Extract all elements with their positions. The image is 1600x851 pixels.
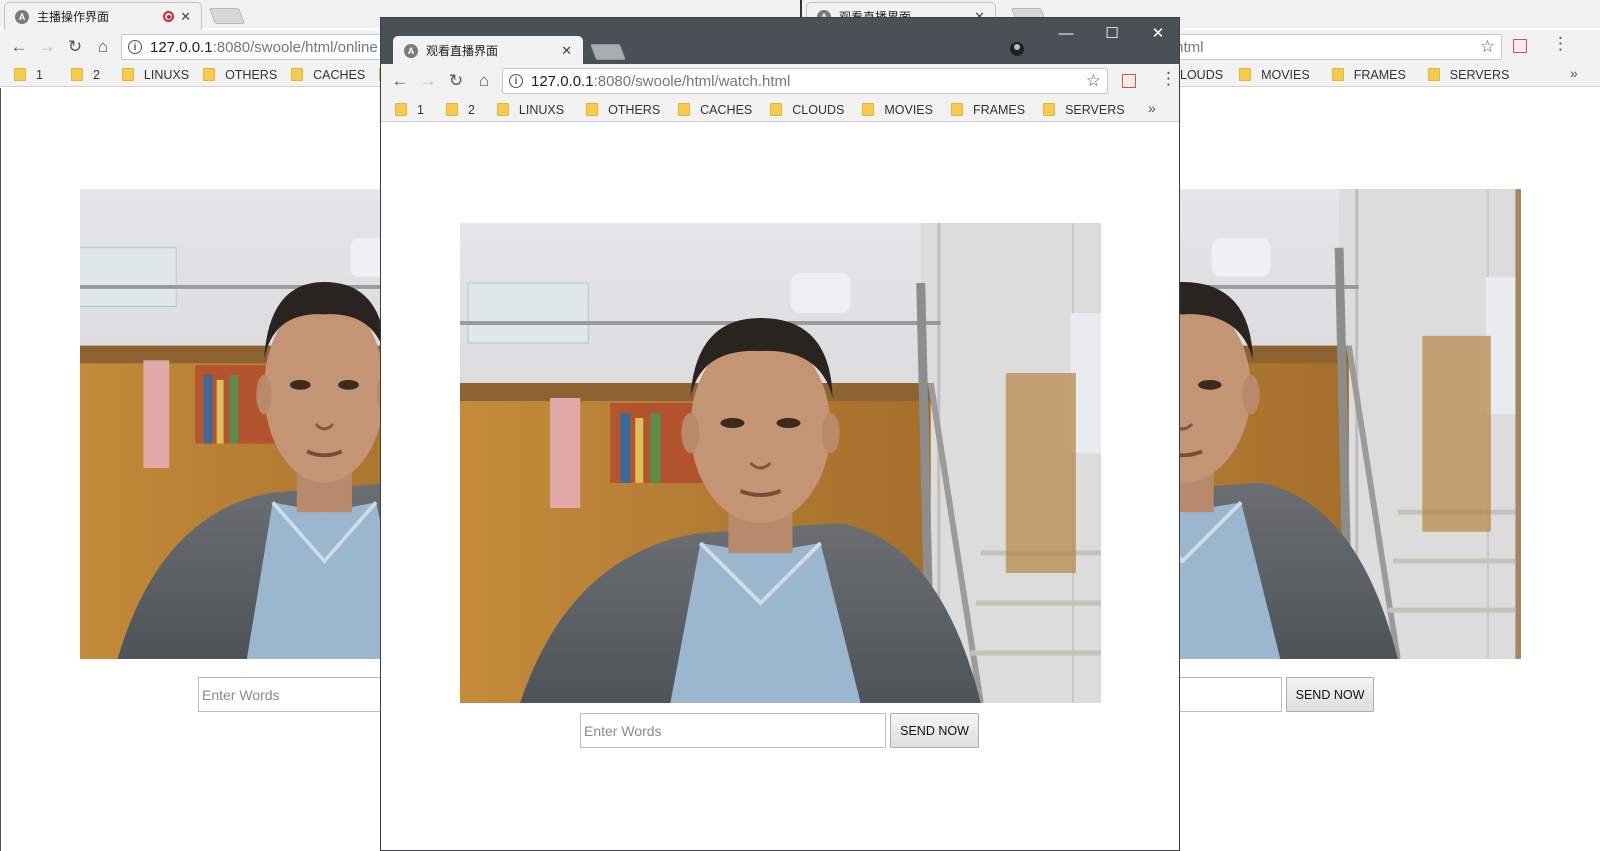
bookmark-folder-icon	[1043, 103, 1056, 116]
reload-icon[interactable]: ↻	[443, 68, 469, 94]
bookmark-label: CACHES	[700, 102, 753, 117]
bookmark-folder-icon	[586, 103, 599, 116]
back-arrow-icon[interactable]: ←	[387, 68, 413, 94]
new-tab-button[interactable]	[590, 44, 626, 60]
bookmark-folder-icon	[770, 103, 783, 116]
url-host: 127.0.0.1	[150, 38, 213, 56]
bookmark-label: LINUXS	[143, 67, 190, 82]
bookmark-label: 2	[92, 67, 100, 82]
kebab-menu-icon[interactable]: ⋮	[1552, 34, 1569, 54]
right-send-button[interactable]: SEND NOW	[1286, 677, 1374, 712]
forward-arrow-icon[interactable]: →	[34, 34, 60, 60]
tab-title: 主播操作界面	[37, 10, 110, 24]
bookmark-folder-icon	[203, 68, 216, 81]
bookmark-item[interactable]: MOVIES	[862, 103, 933, 117]
home-icon[interactable]: ⌂	[471, 68, 497, 94]
live-video	[460, 223, 1101, 703]
tab-close-icon[interactable]: ✕	[180, 9, 191, 25]
bookmark-item[interactable]: CACHES	[291, 68, 365, 82]
bookmark-folder-icon	[14, 68, 26, 81]
bookmark-folder-icon	[950, 103, 963, 116]
bookmark-item[interactable]: LOUDS	[1180, 68, 1223, 82]
url-path: :8080/swoole/html/online	[212, 38, 378, 56]
bookmark-label: SERVERS	[1449, 67, 1510, 82]
front-send-button[interactable]: SEND NOW	[890, 713, 979, 748]
bookmark-folder-icon	[70, 68, 83, 81]
bookmark-folder-icon	[496, 103, 509, 116]
site-info-icon[interactable]: i	[128, 40, 142, 54]
home-icon[interactable]: ⌂	[90, 34, 116, 60]
bookmark-folder-icon	[121, 68, 134, 81]
bookmark-label: MOVIES	[1261, 67, 1310, 82]
bookmark-folder-icon	[1427, 68, 1440, 81]
bookmark-star-icon[interactable]: ☆	[1480, 37, 1495, 57]
bookmark-label: FRAMES	[1353, 67, 1406, 82]
bookmark-item[interactable]: 2	[445, 102, 475, 117]
site-info-icon[interactable]: i	[509, 74, 523, 88]
bookmark-label: CACHES	[313, 67, 366, 82]
bookmark-label: 1	[36, 67, 43, 82]
bookmark-label: SERVERS	[1065, 102, 1125, 117]
extension-icon[interactable]	[1122, 74, 1136, 88]
tab-title: 观看直播界面	[426, 44, 499, 58]
extension-icon[interactable]	[1513, 39, 1527, 53]
bookmark-item[interactable]: CACHES	[678, 103, 752, 117]
bookmark-folder-icon	[862, 103, 875, 116]
tab-favicon-icon: A	[404, 43, 418, 58]
new-tab-button[interactable]	[209, 8, 245, 24]
front-tab[interactable]: A 观看直播界面 ✕	[393, 36, 583, 64]
bookmarks-overflow-icon[interactable]: »	[1570, 65, 1578, 81]
front-page-content: SEND NOW	[381, 123, 1179, 850]
bookmark-folder-icon	[395, 103, 407, 116]
left-tab[interactable]: A 主播操作界面 ✕	[4, 2, 202, 30]
bookmark-folder-icon	[445, 103, 458, 116]
bookmarks-overflow-icon[interactable]: »	[1148, 100, 1156, 116]
recording-indicator-icon	[163, 11, 175, 22]
url-path: :8080/swoole/html/watch.html	[593, 72, 791, 90]
maximize-icon[interactable]: ☐	[1089, 18, 1135, 48]
bookmark-folder-icon	[1331, 68, 1344, 81]
bookmark-label: OTHERS	[608, 102, 661, 117]
bookmark-item[interactable]: SERVERS	[1427, 67, 1510, 82]
bookmark-item[interactable]: 1	[14, 68, 43, 82]
minimize-icon[interactable]: —	[1043, 18, 1089, 48]
back-arrow-icon[interactable]: ←	[6, 34, 32, 60]
bookmark-star-icon[interactable]: ☆	[1086, 71, 1101, 91]
bookmark-item[interactable]: OTHERS	[586, 103, 660, 117]
bookmark-label: OTHERS	[225, 67, 278, 82]
profile-icon[interactable]	[1010, 42, 1024, 56]
bookmark-label: LOUDS	[1180, 67, 1224, 82]
bookmark-label: 2	[467, 102, 475, 117]
bookmark-item[interactable]: 2	[70, 67, 100, 82]
bookmark-item[interactable]: CLOUDS	[770, 103, 844, 117]
front-browser-window: A 观看直播界面 ✕ — ☐ ✕ ← → ↻ ⌂ i 127.0.0.1:808…	[380, 17, 1180, 851]
bookmark-item[interactable]: OTHERS	[203, 68, 277, 82]
front-address-bar[interactable]: i 127.0.0.1:8080/swoole/html/watch.html …	[502, 68, 1108, 94]
bookmark-item[interactable]: SERVERS	[1043, 103, 1125, 117]
kebab-menu-icon[interactable]: ⋮	[1160, 69, 1177, 89]
tab-close-icon[interactable]: ✕	[561, 43, 572, 59]
bookmark-folder-icon	[678, 103, 691, 116]
bookmark-item[interactable]: LINUXS	[496, 102, 565, 117]
bookmark-label: LINUXS	[518, 102, 565, 117]
bookmark-folder-icon	[291, 68, 304, 81]
bookmark-item[interactable]: MOVIES	[1239, 68, 1310, 82]
reload-icon[interactable]: ↻	[62, 34, 88, 60]
bookmark-item[interactable]: FRAMES	[950, 102, 1026, 117]
url-host: 127.0.0.1	[531, 72, 594, 90]
front-bookmarks-bar: 1 2 LINUXS OTHERS CACHES CLOUDS MOVIES F…	[381, 98, 1179, 122]
close-icon[interactable]: ✕	[1135, 18, 1179, 48]
tab-favicon-icon: A	[15, 9, 29, 24]
front-tab-strip: A 观看直播界面 ✕ — ☐ ✕	[381, 18, 1179, 64]
bookmark-label: MOVIES	[884, 102, 933, 117]
bookmark-label: 1	[417, 102, 424, 117]
bookmark-label: FRAMES	[972, 102, 1026, 117]
front-chat-input[interactable]	[580, 713, 886, 748]
bookmark-item[interactable]: 1	[395, 103, 424, 117]
bookmark-item[interactable]: LINUXS	[121, 67, 190, 82]
forward-arrow-icon[interactable]: →	[415, 68, 441, 94]
bookmark-item[interactable]: FRAMES	[1331, 67, 1406, 82]
bookmark-label: CLOUDS	[792, 102, 845, 117]
bookmark-folder-icon	[1239, 68, 1252, 81]
